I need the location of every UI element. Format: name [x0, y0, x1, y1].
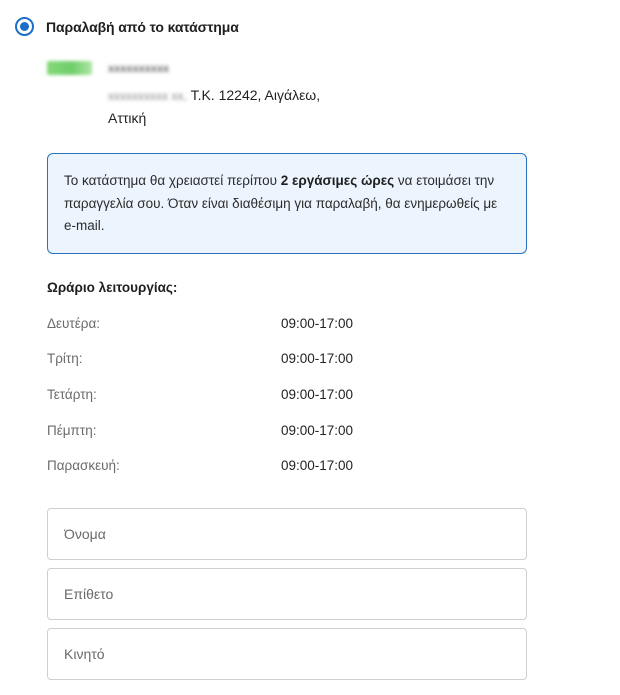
store-name-redacted: xxxxxxxxxx [108, 63, 170, 75]
mobile-phone-field[interactable] [47, 628, 527, 680]
preparation-info-box: Το κατάστημα θα χρειαστεί περίπου 2 εργά… [47, 153, 527, 254]
info-emphasis: 2 εργάσιμες ώρες [280, 173, 395, 188]
hours-day: Πέμπτη: [47, 423, 97, 438]
hours-time: 09:00-17:00 [281, 423, 354, 438]
hours-time: 09:00-17:00 [281, 316, 354, 331]
store-pickup-label: Παραλαβή από το κατάστημα [46, 18, 239, 35]
store-logo [47, 61, 92, 75]
hours-row-tuesday: Τρίτη: 09:00-17:00 [47, 351, 447, 369]
hours-row-friday: Παρασκευή: 09:00-17:00 [47, 458, 447, 476]
hours-row-thursday: Πέμπτη: 09:00-17:00 [47, 423, 447, 441]
store-pickup-option[interactable]: Παραλαβή από το κατάστημα [15, 17, 239, 36]
opening-hours-title: Ωράριο λειτουργίας: [47, 280, 178, 295]
hours-row-monday: Δευτέρα: 09:00-17:00 [47, 316, 447, 334]
last-name-field[interactable] [47, 568, 527, 620]
hours-time: 09:00-17:00 [281, 387, 354, 402]
hours-time: 09:00-17:00 [281, 351, 354, 366]
store-pickup-section: Παραλαβή από το κατάστημα xxxxxxxxxx xxx… [0, 0, 620, 695]
info-text-before: Το κατάστημα θα χρειαστεί περίπου [64, 173, 281, 188]
hours-day: Τρίτη: [47, 351, 83, 366]
store-details: xxxxxxxxxx xxxxxxxxxx xx, Τ.Κ. 12242, Αι… [47, 60, 377, 130]
store-pickup-radio[interactable] [15, 17, 34, 36]
first-name-field[interactable] [47, 508, 527, 560]
postal-code-city: Τ.Κ. 12242, Αιγάλεω, [190, 87, 321, 103]
hours-day: Δευτέρα: [47, 316, 101, 331]
hours-time: 09:00-17:00 [281, 458, 354, 473]
street-address-redacted: xxxxxxxxxx xx, [108, 89, 187, 103]
store-region: Αττική [108, 110, 147, 126]
hours-row-wednesday: Τετάρτη: 09:00-17:00 [47, 387, 447, 405]
radio-selected-dot [20, 22, 29, 31]
store-address-line: xxxxxxxxxx xx, Τ.Κ. 12242, Αιγάλεω, [108, 87, 320, 103]
hours-day: Τετάρτη: [47, 387, 97, 402]
hours-day: Παρασκευή: [47, 458, 120, 473]
